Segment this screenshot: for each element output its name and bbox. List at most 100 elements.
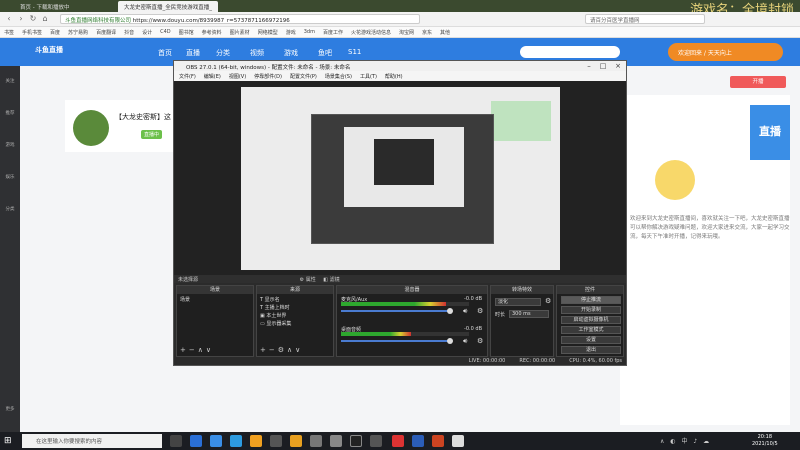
app-icon[interactable] bbox=[330, 435, 342, 447]
nav-link[interactable]: 首页 bbox=[158, 48, 172, 58]
filters-button[interactable]: 滤镜 bbox=[330, 277, 340, 283]
bookmark-item[interactable]: 手机书签 bbox=[22, 29, 42, 36]
windows-start-icon[interactable]: ⊞ bbox=[4, 436, 12, 446]
browser-app-icon[interactable] bbox=[210, 435, 222, 447]
photoshop-icon[interactable] bbox=[412, 435, 424, 447]
menu-item[interactable]: 配置文件(P) bbox=[290, 73, 317, 80]
source-controls[interactable]: +−⚙∧∨ bbox=[260, 346, 303, 354]
site-search-input[interactable] bbox=[520, 46, 620, 58]
edge-icon[interactable] bbox=[190, 435, 202, 447]
gear-icon[interactable]: ⚙ bbox=[300, 277, 304, 283]
rail-item[interactable]: 推荐 bbox=[4, 110, 16, 116]
bookmark-item[interactable]: 百度工作 bbox=[323, 29, 343, 36]
nav-link[interactable]: 鱼吧 bbox=[318, 48, 332, 58]
bookmark-item[interactable]: 淘宝网 bbox=[399, 29, 414, 36]
filter-icon[interactable]: ◧ bbox=[323, 277, 328, 283]
task-view-icon[interactable] bbox=[170, 435, 182, 447]
bookmark-item[interactable]: 设计 bbox=[142, 29, 152, 36]
bookmark-item[interactable]: 京东 bbox=[422, 29, 432, 36]
vscode-icon[interactable] bbox=[230, 435, 242, 447]
bookmark-item[interactable]: 抖音 bbox=[124, 29, 134, 36]
rail-item[interactable]: 分类 bbox=[4, 206, 16, 212]
close-icon[interactable]: × bbox=[611, 61, 625, 71]
back-icon[interactable]: ‹ bbox=[4, 14, 14, 24]
bookmark-item[interactable]: 游戏 bbox=[286, 29, 296, 36]
gear-icon[interactable]: ⚙ bbox=[545, 297, 551, 305]
gear-icon[interactable]: ⚙ bbox=[477, 337, 483, 345]
menu-item[interactable]: 编辑(E) bbox=[204, 73, 221, 80]
rail-item[interactable]: 更多 bbox=[4, 406, 16, 412]
rail-item[interactable]: 关注 bbox=[4, 78, 16, 84]
app-icon[interactable] bbox=[452, 435, 464, 447]
folder-icon[interactable] bbox=[250, 435, 262, 447]
minimize-icon[interactable]: – bbox=[582, 61, 596, 71]
rail-item[interactable]: 娱乐 bbox=[4, 174, 16, 180]
source-item[interactable]: T 显示名 bbox=[260, 296, 330, 304]
virtual-camera-button[interactable]: 启动虚拟摄像机 bbox=[561, 316, 621, 324]
nav-link[interactable]: 直播 bbox=[186, 48, 200, 58]
gear-icon[interactable]: ⚙ bbox=[477, 307, 483, 315]
bookmark-item[interactable]: 图片素材 bbox=[230, 29, 250, 36]
bookmark-item[interactable]: C4D bbox=[160, 29, 171, 35]
source-item[interactable]: ▭ 显示器采集 bbox=[260, 320, 330, 328]
exit-button[interactable]: 退出 bbox=[561, 346, 621, 354]
source-item[interactable]: ▣ 本土世界 bbox=[260, 312, 330, 320]
bookmark-item[interactable]: 百度 bbox=[50, 29, 60, 36]
app-icon[interactable] bbox=[290, 435, 302, 447]
speaker-icon[interactable]: 🔊︎ bbox=[463, 307, 467, 316]
volume-slider[interactable] bbox=[341, 340, 451, 342]
app-icon[interactable] bbox=[432, 435, 444, 447]
browser-search-input[interactable]: 请百分百医学直播网 bbox=[585, 14, 705, 24]
menu-item[interactable]: 工具(T) bbox=[360, 73, 377, 80]
stop-streaming-button[interactable]: 停止推流 bbox=[561, 296, 621, 304]
bookmark-item[interactable]: 百度翻译 bbox=[96, 29, 116, 36]
source-item[interactable]: T 主播上档时 bbox=[260, 304, 330, 312]
maximize-icon[interactable]: □ bbox=[596, 61, 610, 71]
obs-icon[interactable] bbox=[350, 435, 362, 447]
taskbar-clock[interactable]: 20:18 2021/10/5 bbox=[752, 434, 778, 448]
settings-button[interactable]: 设置 bbox=[561, 336, 621, 344]
bookmark-item[interactable]: 网络模型 bbox=[258, 29, 278, 36]
obs-preview[interactable] bbox=[174, 81, 626, 275]
speaker-icon[interactable]: 🔊︎ bbox=[463, 337, 467, 346]
menu-item[interactable]: 帮助(H) bbox=[385, 73, 403, 80]
transition-select[interactable]: 淡化 bbox=[495, 298, 541, 306]
browser-tab-active[interactable]: 大龙史密斯直播_全民竞技游戏直播_ bbox=[118, 1, 219, 12]
menu-item[interactable]: 文件(F) bbox=[179, 73, 196, 80]
app-icon[interactable] bbox=[310, 435, 322, 447]
bookmark-item[interactable]: 书签 bbox=[4, 29, 14, 36]
broadcast-button[interactable]: 开播 bbox=[730, 76, 786, 88]
bookmark-item[interactable]: 图书馆 bbox=[179, 29, 194, 36]
app-icon[interactable] bbox=[392, 435, 404, 447]
bookmark-item[interactable]: 苏宁易购 bbox=[68, 29, 88, 36]
bookmark-item[interactable]: 其他 bbox=[440, 29, 450, 36]
system-tray[interactable]: ∧ ◐ 中 ♪ ☁ bbox=[660, 436, 711, 445]
streamer-avatar[interactable] bbox=[73, 110, 109, 146]
url-input[interactable]: 斗鱼直播网络科技有限公司 https://www.douyu.com/89399… bbox=[60, 14, 420, 24]
app-icon[interactable] bbox=[370, 435, 382, 447]
volume-slider-knob[interactable] bbox=[447, 308, 453, 314]
start-recording-button[interactable]: 开始录制 bbox=[561, 306, 621, 314]
bookmark-item[interactable]: 3dm bbox=[304, 29, 315, 35]
bookmark-item[interactable]: 参考资料 bbox=[202, 29, 222, 36]
volume-slider[interactable] bbox=[341, 310, 451, 312]
rail-item[interactable]: 游戏 bbox=[4, 142, 16, 148]
nav-link[interactable]: S11 bbox=[348, 48, 361, 56]
bookmark-item[interactable]: 火花游戏活动信息 bbox=[351, 29, 391, 36]
nav-link[interactable]: 视频 bbox=[250, 48, 264, 58]
menu-item[interactable]: 停靠部件(D) bbox=[254, 73, 282, 80]
volume-slider-knob[interactable] bbox=[447, 338, 453, 344]
forward-icon[interactable]: › bbox=[16, 14, 26, 24]
duration-input[interactable]: 300 ms bbox=[509, 310, 549, 318]
home-icon[interactable]: ⌂ bbox=[40, 14, 50, 24]
browser-tab[interactable]: 首页 - 下载和播放中 bbox=[14, 1, 75, 12]
site-logo[interactable]: 斗鱼直播 bbox=[35, 45, 130, 59]
menu-item[interactable]: 场景集合(S) bbox=[325, 73, 352, 80]
scene-item[interactable]: 场景 bbox=[180, 296, 250, 304]
promo-banner[interactable]: 欢迎回来 / 天天向上 bbox=[668, 43, 783, 61]
promo-card[interactable]: 直播 bbox=[750, 105, 790, 160]
scene-controls[interactable]: +−∧∨ bbox=[180, 346, 214, 354]
menu-item[interactable]: 视图(V) bbox=[229, 73, 246, 80]
nav-link[interactable]: 游戏 bbox=[284, 48, 298, 58]
taskbar-search-input[interactable]: 在这里输入你要搜索的内容 bbox=[22, 434, 162, 448]
